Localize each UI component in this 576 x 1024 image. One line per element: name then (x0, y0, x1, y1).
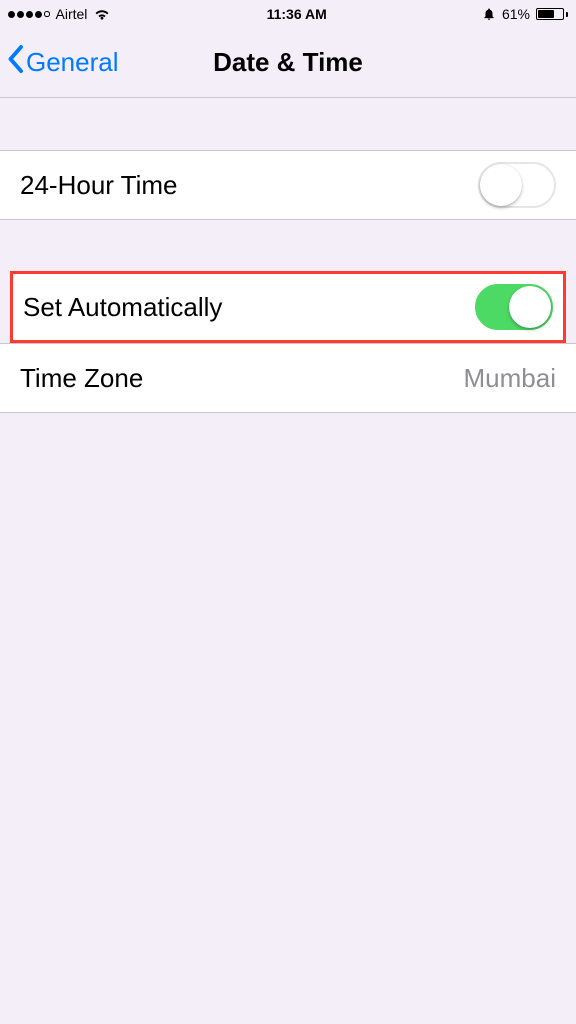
back-button[interactable]: General (0, 44, 119, 81)
battery-percent-label: 61% (502, 6, 530, 22)
cell-set-automatically[interactable]: Set Automatically (13, 274, 563, 340)
toggle-knob (509, 286, 551, 328)
toggle-set-automatically[interactable] (475, 284, 553, 330)
status-left: Airtel (8, 6, 111, 22)
cell-value: Mumbai (464, 363, 556, 394)
status-right: 61% (482, 6, 568, 22)
cell-24-hour-time[interactable]: 24-Hour Time (0, 150, 576, 220)
chevron-left-icon (6, 44, 24, 81)
nav-bar: General Date & Time (0, 28, 576, 98)
toggle-24-hour-time[interactable] (478, 162, 556, 208)
alarm-icon (482, 7, 496, 21)
highlight-box: Set Automatically (10, 271, 566, 343)
wifi-icon (93, 7, 111, 21)
cell-time-zone[interactable]: Time Zone Mumbai (0, 343, 576, 413)
carrier-label: Airtel (56, 6, 88, 22)
status-time: 11:36 AM (267, 6, 327, 22)
toggle-knob (480, 164, 522, 206)
back-button-label: General (26, 47, 119, 78)
signal-strength-icon (8, 11, 50, 18)
cell-label: 24-Hour Time (20, 170, 178, 201)
group-spacer (0, 220, 576, 272)
cell-label: Set Automatically (23, 292, 222, 323)
group-spacer (0, 98, 576, 150)
cell-label: Time Zone (20, 363, 143, 394)
battery-icon (536, 8, 568, 20)
status-bar: Airtel 11:36 AM 61% (0, 0, 576, 28)
